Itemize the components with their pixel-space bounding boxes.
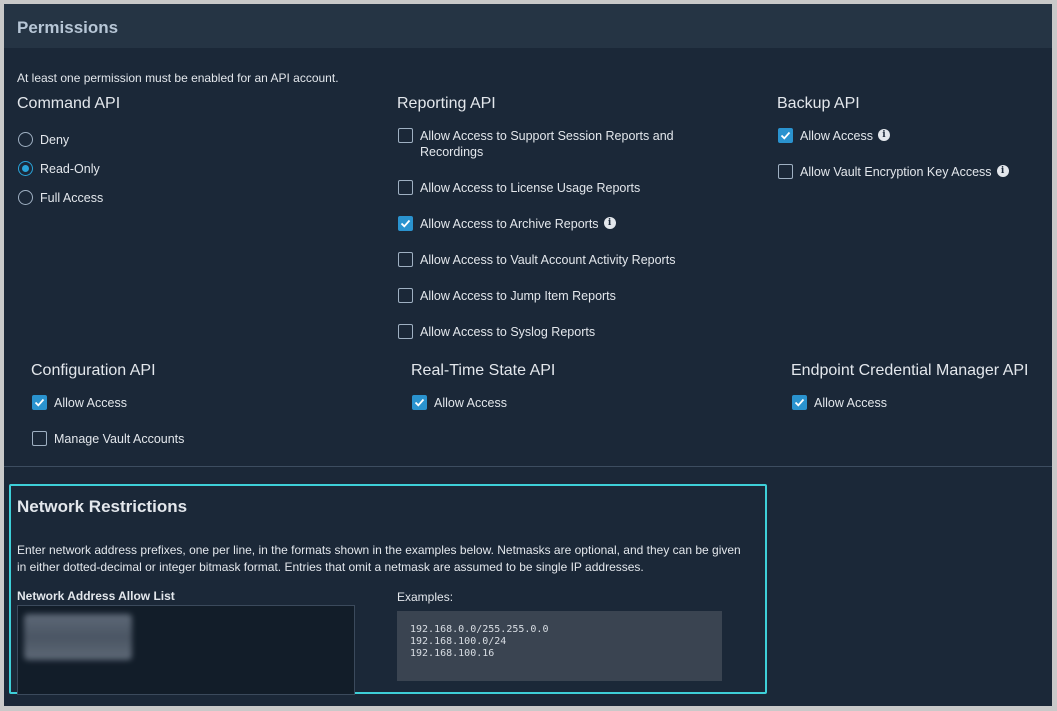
checkbox-label: Allow Access: [814, 396, 887, 410]
radio-button[interactable]: [18, 190, 33, 205]
radio-label: Deny: [40, 133, 70, 147]
checkbox[interactable]: [398, 180, 413, 195]
reporting-api-title: Reporting API: [397, 95, 496, 112]
examples-box: 192.168.0.0/255.255.0.0 192.168.100.0/24…: [397, 611, 722, 681]
checkbox-label: Allow Access: [434, 396, 507, 410]
checkbox-label: Allow Access to Syslog Reports: [420, 325, 596, 339]
radio-button[interactable]: [18, 132, 33, 147]
reporting-license-usage-checkbox[interactable]: Allow Access to License Usage Reports: [398, 180, 640, 196]
checkbox-label: Allow Access to Archive Reports: [420, 217, 599, 231]
checkmark-icon: [414, 398, 425, 407]
checkmark-icon: [794, 398, 805, 407]
reporting-syslog-checkbox[interactable]: Allow Access to Syslog Reports: [398, 324, 595, 340]
permissions-note: At least one permission must be enabled …: [17, 71, 339, 85]
checkbox-label: Allow Access: [800, 129, 873, 143]
configuration-api-title: Configuration API: [31, 362, 156, 379]
backup-allow-access-checkbox[interactable]: Allow Access i: [778, 128, 890, 144]
examples-label: Examples:: [397, 590, 454, 604]
checkbox[interactable]: [398, 324, 413, 339]
example-line: 192.168.100.16: [410, 648, 495, 659]
checkbox-checked[interactable]: [792, 395, 807, 410]
ecm-api-title: Endpoint Credential Manager API: [791, 362, 1029, 379]
checkbox-checked[interactable]: [398, 216, 413, 231]
reporting-support-session-checkbox[interactable]: Allow Access to Support Session Reports …: [398, 128, 698, 160]
realtime-api-title: Real-Time State API: [411, 362, 556, 379]
redacted-content: [24, 614, 132, 660]
checkbox-label: Allow Access to Support Session Reports …: [420, 129, 674, 159]
reporting-vault-activity-checkbox[interactable]: Allow Access to Vault Account Activity R…: [398, 252, 675, 268]
checkbox-label: Allow Access to Vault Account Activity R…: [420, 253, 676, 267]
info-icon[interactable]: i: [603, 217, 616, 229]
allow-list-label: Network Address Allow List: [17, 589, 175, 603]
checkbox-label: Manage Vault Accounts: [54, 432, 185, 446]
info-icon[interactable]: i: [877, 129, 890, 141]
checkbox-label: Allow Access to License Usage Reports: [420, 181, 641, 195]
example-line: 192.168.0.0/255.255.0.0: [410, 624, 549, 635]
info-icon[interactable]: i: [996, 165, 1009, 177]
checkbox-label: Allow Access: [54, 396, 127, 410]
network-restrictions-title: Network Restrictions: [17, 497, 188, 516]
checkbox[interactable]: [398, 128, 413, 143]
configuration-manage-vault-checkbox[interactable]: Manage Vault Accounts: [32, 431, 184, 447]
permissions-header: [4, 4, 1052, 48]
radio-label: Read-Only: [40, 162, 100, 176]
api-account-form: Permissions At least one permission must…: [4, 4, 1052, 706]
realtime-allow-access-checkbox[interactable]: Allow Access: [412, 395, 507, 411]
radio-label: Full Access: [40, 191, 104, 205]
allow-list-textarea[interactable]: [17, 605, 355, 695]
checkbox-label: Allow Access to Jump Item Reports: [420, 289, 616, 303]
checkbox[interactable]: [778, 164, 793, 179]
command-api-title: Command API: [17, 95, 121, 112]
checkbox-label: Allow Vault Encryption Key Access: [800, 165, 992, 179]
checkmark-icon: [780, 131, 791, 140]
checkbox[interactable]: [398, 288, 413, 303]
reporting-archive-checkbox[interactable]: Allow Access to Archive Reports i: [398, 216, 616, 232]
checkbox[interactable]: [398, 252, 413, 267]
configuration-allow-access-checkbox[interactable]: Allow Access: [32, 395, 127, 411]
permissions-title: Permissions: [17, 18, 119, 37]
ecm-allow-access-checkbox[interactable]: Allow Access: [792, 395, 887, 411]
backup-vault-encryption-checkbox[interactable]: Allow Vault Encryption Key Access i: [778, 164, 1009, 180]
checkbox-checked[interactable]: [412, 395, 427, 410]
command-api-full-access-radio[interactable]: Full Access: [18, 190, 103, 206]
reporting-jump-item-checkbox[interactable]: Allow Access to Jump Item Reports: [398, 288, 616, 304]
radio-button-selected[interactable]: [18, 161, 33, 176]
command-api-readonly-radio[interactable]: Read-Only: [18, 161, 100, 177]
checkbox-checked[interactable]: [32, 395, 47, 410]
checkmark-icon: [400, 219, 411, 228]
section-divider: [4, 466, 1052, 467]
backup-api-title: Backup API: [777, 95, 860, 112]
checkbox[interactable]: [32, 431, 47, 446]
network-restrictions-description: Enter network address prefixes, one per …: [17, 543, 741, 574]
checkmark-icon: [34, 398, 45, 407]
checkbox-checked[interactable]: [778, 128, 793, 143]
example-line: 192.168.100.0/24: [410, 636, 507, 647]
command-api-deny-radio[interactable]: Deny: [18, 132, 69, 148]
